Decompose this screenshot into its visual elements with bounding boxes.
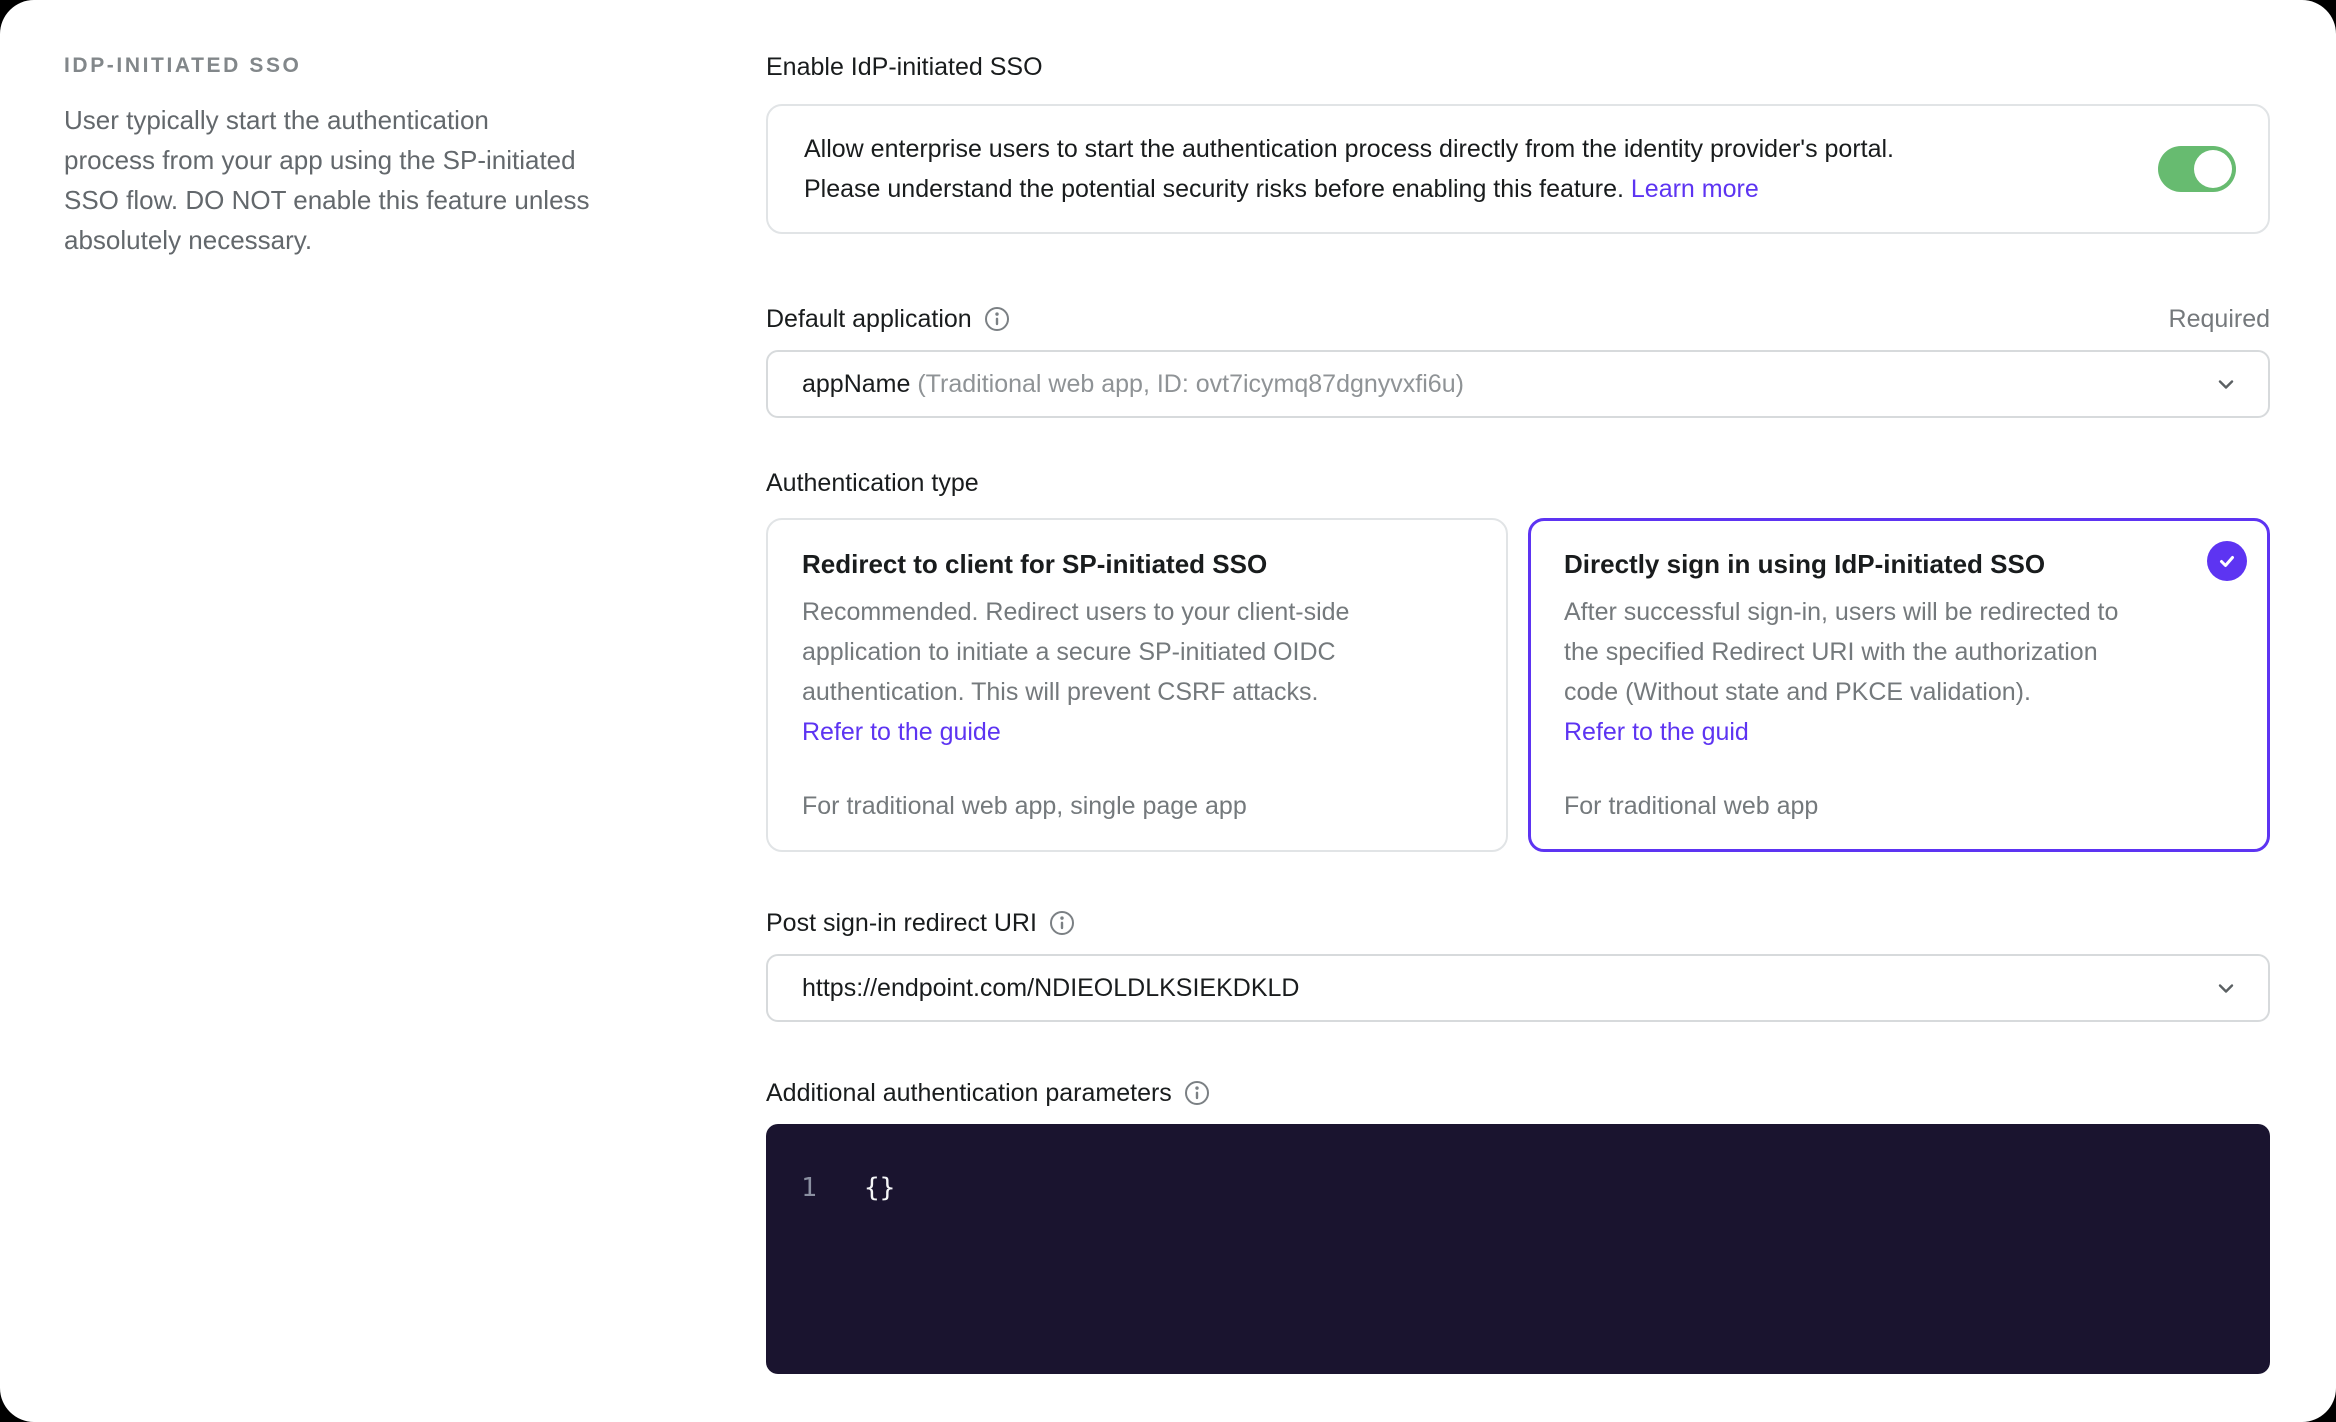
learn-more-link[interactable]: Learn more xyxy=(1631,175,1759,203)
auth-option-sp-initiated[interactable]: Redirect to client for SP-initiated SSO … xyxy=(766,518,1508,852)
info-icon[interactable] xyxy=(1184,1080,1210,1106)
redirect-uri-label: Post sign-in redirect URI xyxy=(766,909,1037,937)
option-description: Recommended. Redirect users to your clie… xyxy=(802,598,1350,706)
additional-params-label: Additional authentication parameters xyxy=(766,1079,1172,1107)
required-badge: Required xyxy=(2168,304,2270,333)
info-icon[interactable] xyxy=(1049,910,1075,936)
section-sidebar: IDP-INITIATED SSO User typically start t… xyxy=(64,53,684,260)
default-application-header: Default application Required xyxy=(766,304,2270,334)
chevron-down-icon xyxy=(2212,974,2240,1002)
enable-sso-card: Allow enterprise users to start the auth… xyxy=(766,104,2270,234)
auth-option-idp-initiated[interactable]: Directly sign in using IdP-initiated SSO… xyxy=(1528,518,2270,852)
authentication-type-options: Redirect to client for SP-initiated SSO … xyxy=(766,518,2270,852)
option-description: After successful sign-in, users will be … xyxy=(1564,598,2119,706)
toggle-knob xyxy=(2194,150,2232,188)
redirect-uri-select[interactable]: https://endpoint.com/NDIEOLDLKSIEKDKLD xyxy=(766,954,2270,1022)
selected-check-badge xyxy=(2207,541,2247,581)
enable-sso-description-line1: Allow enterprise users to start the auth… xyxy=(804,135,1895,163)
option-footnote: For traditional web app, single page app xyxy=(802,792,1247,820)
redirect-uri-header: Post sign-in redirect URI xyxy=(766,908,2270,938)
selected-app-name: appName xyxy=(802,369,911,398)
refer-guide-link[interactable]: Refer to the guid xyxy=(1564,718,1749,746)
default-application-label: Default application xyxy=(766,305,972,333)
info-icon[interactable] xyxy=(984,306,1010,332)
option-title: Redirect to client for SP-initiated SSO xyxy=(802,549,1268,579)
form-column: Enable IdP-initiated SSO Allow enterpris… xyxy=(766,0,2270,1374)
code-line: 1 {} xyxy=(796,1168,2240,1208)
authentication-type-label: Authentication type xyxy=(766,469,979,497)
check-icon xyxy=(2216,550,2238,572)
enable-sso-toggle[interactable] xyxy=(2158,146,2236,192)
option-footnote: For traditional web app xyxy=(1564,792,1819,820)
enable-sso-description: Allow enterprise users to start the auth… xyxy=(804,129,1894,209)
option-title: Directly sign in using IdP-initiated SSO xyxy=(1564,549,2046,579)
default-application-select[interactable]: appName (Traditional web app, ID: ovt7ic… xyxy=(766,350,2270,418)
selected-app-detail: (Traditional web app, ID: ovt7icymq87dgn… xyxy=(917,369,1464,398)
json-code-editor[interactable]: 1 {} xyxy=(766,1124,2270,1374)
section-description: User typically start the authentication p… xyxy=(64,105,590,255)
line-number: 1 xyxy=(801,1173,817,1203)
settings-page: IDP-INITIATED SSO User typically start t… xyxy=(0,0,2336,1422)
enable-sso-label: Enable IdP-initiated SSO xyxy=(766,53,1043,81)
enable-sso-description-line2: Please understand the potential security… xyxy=(804,175,1759,203)
additional-params-header: Additional authentication parameters xyxy=(766,1078,2270,1108)
section-title: IDP-INITIATED SSO xyxy=(64,54,302,77)
redirect-uri-value: https://endpoint.com/NDIEOLDLKSIEKDKLD xyxy=(802,973,1300,1002)
chevron-down-icon xyxy=(2212,370,2240,398)
refer-guide-link[interactable]: Refer to the guide xyxy=(802,718,1001,746)
line-code: {} xyxy=(864,1173,896,1203)
